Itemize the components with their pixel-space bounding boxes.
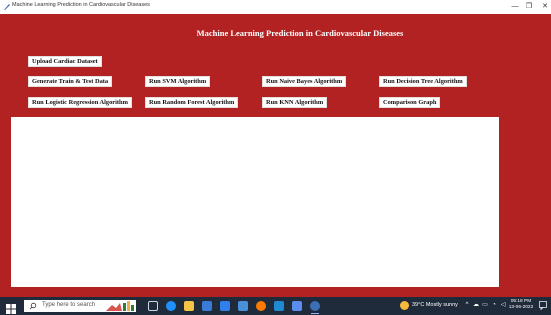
comparison-graph-button[interactable]: Comparison Graph: [379, 97, 441, 108]
system-clock[interactable]: 05:18 PM 13-06-2022: [507, 299, 535, 311]
run-knn-button[interactable]: Run KNN Algorithm: [262, 97, 328, 108]
volume-icon[interactable]: ◁: [499, 301, 507, 310]
taskbar-search-box[interactable]: Type here to search: [24, 300, 136, 312]
output-text-area[interactable]: [11, 117, 499, 287]
file-explorer-icon[interactable]: [184, 301, 194, 311]
run-svm-button[interactable]: Run SVM Algorithm: [145, 76, 211, 87]
battery-icon[interactable]: ▭: [481, 301, 489, 310]
weather-widget[interactable]: 39°C Mostly sunny: [400, 301, 460, 311]
edge-icon[interactable]: [166, 301, 176, 311]
firefox-icon[interactable]: [256, 301, 266, 311]
weather-text: 39°C Mostly sunny: [412, 302, 458, 308]
minimize-button[interactable]: —: [508, 2, 522, 12]
maximize-button[interactable]: ❐: [522, 2, 536, 12]
upload-dataset-button[interactable]: Upload Cardiac Dataset: [28, 56, 102, 67]
feather-icon: [4, 4, 10, 10]
network-icon[interactable]: ◔: [490, 301, 498, 310]
mail-icon[interactable]: [220, 301, 230, 311]
search-highlight-icon: [106, 301, 134, 311]
start-button[interactable]: [6, 301, 16, 314]
windows-logo-icon: [6, 304, 16, 314]
app-heading: Machine Learning Prediction in Cardiovas…: [196, 28, 404, 38]
photos-icon[interactable]: [238, 301, 248, 311]
run-naive-bayes-button[interactable]: Run Naive Bayes Algorithm: [262, 76, 347, 87]
window-title-bar[interactable]: Machine Learning Prediction in Cardiovas…: [0, 0, 551, 14]
run-random-forest-button[interactable]: Run Random Forest Algorithm: [145, 97, 239, 108]
generate-train-test-button[interactable]: Generate Train & Test Data: [28, 76, 113, 87]
clock-date: 13-06-2022: [508, 305, 534, 310]
onedrive-icon[interactable]: ☁: [472, 301, 480, 310]
run-logistic-regression-button[interactable]: Run Logistic Regression Algorithm: [28, 97, 132, 108]
chevron-up-icon[interactable]: ^: [463, 301, 471, 310]
store-icon[interactable]: [202, 301, 212, 311]
settings-icon[interactable]: [292, 301, 302, 311]
task-view-icon[interactable]: [148, 301, 158, 311]
search-icon: [29, 302, 37, 310]
close-button[interactable]: ✕: [538, 2, 551, 12]
window-title: Machine Learning Prediction in Cardiovas…: [12, 2, 150, 8]
python-icon[interactable]: [310, 301, 320, 314]
windows-taskbar: Type here to search 39°C Mostly sunny ^ …: [0, 297, 551, 315]
search-placeholder: Type here to search: [42, 302, 96, 308]
notification-icon[interactable]: [539, 301, 547, 310]
sun-icon: [400, 301, 409, 310]
run-decision-tree-button[interactable]: Run Decision Tree Algorithm: [379, 76, 467, 87]
vscode-icon[interactable]: [274, 301, 284, 311]
